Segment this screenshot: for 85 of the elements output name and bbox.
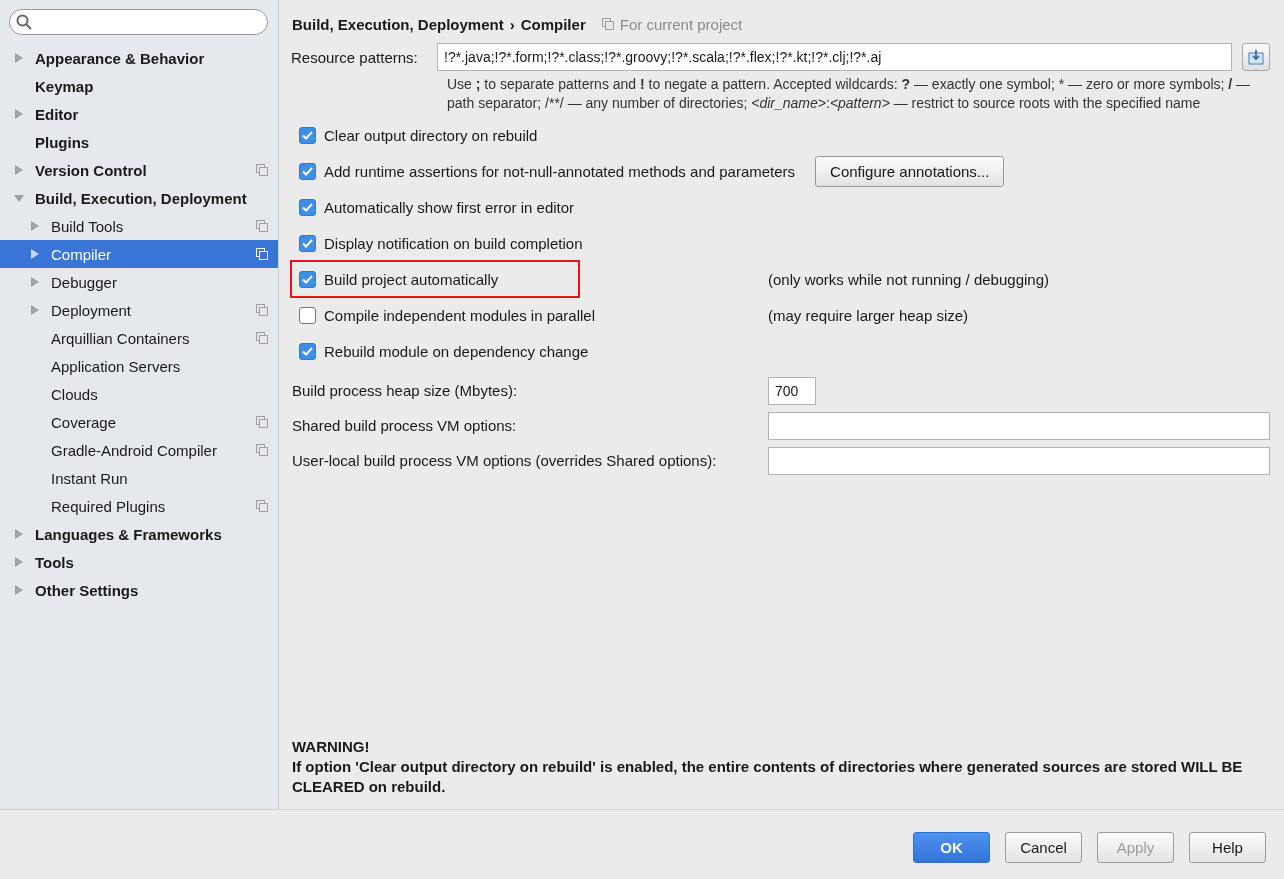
warning-text: If option 'Clear output directory on rebuild' is enabled, the entire contents of directories where generated sources are stored WILL BE CLEARED on rebuild. bbox=[292, 757, 1244, 797]
dialog-button[interactable]: OK bbox=[913, 832, 990, 863]
search-icon bbox=[16, 14, 32, 30]
tree-item[interactable]: Version Control bbox=[0, 156, 278, 184]
breadcrumb-separator: › bbox=[509, 15, 515, 33]
download-icon bbox=[1248, 49, 1264, 65]
checkbox-label: Clear output directory on rebuild bbox=[324, 126, 538, 144]
tree-item[interactable]: Other Settings bbox=[0, 576, 278, 604]
text-field[interactable]: 700 bbox=[768, 376, 816, 405]
resource-patterns-field[interactable]: !?*.java;!?*.form;!?*.class;!?*.groovy;!?*.scala;!?*.flex;!?*.kt;!?*.clj;!?*.aj bbox=[437, 43, 1232, 71]
checkbox-label: Compile independent modules in parallel bbox=[324, 306, 595, 324]
tree-item[interactable]: Gradle-Android Compiler bbox=[0, 436, 278, 464]
field-label: Shared build process VM options: bbox=[292, 417, 518, 434]
checkbox-label: Automatically show first error in editor bbox=[324, 198, 575, 216]
checkbox-label: Display notification on build completion bbox=[324, 234, 583, 252]
checkbox[interactable] bbox=[299, 126, 316, 144]
tree-item[interactable]: Debugger bbox=[0, 268, 278, 296]
check-icon bbox=[302, 202, 313, 212]
copy-icon bbox=[256, 332, 268, 344]
caret-right-icon[interactable] bbox=[30, 305, 40, 315]
copy-icon bbox=[256, 164, 268, 176]
search-field[interactable] bbox=[9, 9, 268, 35]
tree-item[interactable]: Appearance & Behavior bbox=[0, 44, 278, 72]
checkbox[interactable] bbox=[299, 342, 316, 360]
dialog-button[interactable]: Help bbox=[1189, 832, 1266, 863]
check-icon bbox=[302, 346, 313, 356]
breadcrumb-item: Build, Execution, Deployment bbox=[292, 15, 504, 33]
text-field[interactable] bbox=[768, 411, 1270, 440]
note-text: (only works while not running / debugging) bbox=[768, 270, 1049, 288]
tree-item[interactable]: Build, Execution, Deployment bbox=[0, 184, 278, 212]
check-icon bbox=[302, 238, 313, 248]
note-text: (may require larger heap size) bbox=[768, 306, 969, 324]
checkbox-label: Add runtime assertions for not-null-annotated methods and parameters bbox=[324, 162, 796, 180]
checkbox[interactable] bbox=[299, 270, 316, 288]
copy-icon bbox=[256, 500, 268, 512]
dialog-button[interactable]: Cancel bbox=[1005, 832, 1082, 863]
warning-title: WARNING! bbox=[292, 737, 371, 757]
tree-item[interactable]: Tools bbox=[0, 548, 278, 576]
tree-item[interactable]: Coverage bbox=[0, 408, 278, 436]
caret-right-icon[interactable] bbox=[14, 109, 24, 119]
check-icon bbox=[302, 274, 313, 284]
tree-item[interactable]: Arquillian Containers bbox=[0, 324, 278, 352]
tree-item[interactable]: Plugins bbox=[0, 128, 278, 156]
tree-item[interactable]: Keymap bbox=[0, 72, 278, 100]
check-icon bbox=[302, 130, 313, 140]
copy-icon bbox=[256, 444, 268, 456]
copy-icon bbox=[256, 248, 268, 260]
caret-right-icon[interactable] bbox=[14, 165, 24, 175]
field-label: Resource patterns: bbox=[291, 48, 419, 66]
copy-icon bbox=[256, 304, 268, 316]
checkbox-label: Build project automatically bbox=[324, 270, 499, 288]
hint-text: Use ; to separate patterns and ! to negate a pattern. Accepted wildcards: ? — exactly one symbol; * — zero or more symbols; / — path separator; /**/ — any number of directories; <dir_name>:<pattern> — restrict to source roots with the specified name bbox=[447, 75, 1252, 113]
breadcrumb-item: Compiler bbox=[520, 15, 586, 33]
expand-button[interactable] bbox=[1242, 43, 1270, 71]
tree-item[interactable]: Clouds bbox=[0, 380, 278, 408]
caret-down-icon[interactable] bbox=[14, 193, 24, 203]
tree-item[interactable]: Build Tools bbox=[0, 212, 278, 240]
field-label: User-local build process VM options (overrides Shared options): bbox=[292, 452, 718, 469]
field-label: Build process heap size (Mbytes): bbox=[292, 382, 519, 399]
caret-right-icon[interactable] bbox=[14, 557, 24, 567]
tree-item[interactable]: Editor bbox=[0, 100, 278, 128]
copy-icon bbox=[256, 416, 268, 428]
caret-right-icon[interactable] bbox=[30, 277, 40, 287]
tree-item[interactable]: Application Servers bbox=[0, 352, 278, 380]
tree-item[interactable]: Instant Run bbox=[0, 464, 278, 492]
tree-item[interactable]: Required Plugins bbox=[0, 492, 278, 520]
caret-right-icon[interactable] bbox=[30, 221, 40, 231]
caret-right-icon[interactable] bbox=[14, 53, 24, 63]
tree-item[interactable]: Compiler bbox=[0, 240, 278, 268]
configure-button[interactable]: Configure annotations... bbox=[815, 155, 1005, 187]
caret-right-icon[interactable] bbox=[30, 249, 40, 259]
check-icon bbox=[302, 166, 313, 176]
caret-right-icon[interactable] bbox=[14, 585, 24, 595]
checkbox[interactable] bbox=[299, 162, 316, 180]
checkbox[interactable] bbox=[299, 234, 316, 252]
tree-item[interactable]: Languages & Frameworks bbox=[0, 520, 278, 548]
text-field[interactable] bbox=[768, 446, 1270, 475]
scope-label: For current project bbox=[619, 15, 743, 33]
caret-right-icon[interactable] bbox=[14, 529, 24, 539]
checkbox-label: Rebuild module on dependency change bbox=[324, 342, 589, 360]
copy-icon bbox=[256, 220, 268, 232]
checkbox[interactable] bbox=[299, 198, 316, 216]
tree-item[interactable]: Deployment bbox=[0, 296, 278, 324]
copy-icon bbox=[601, 18, 614, 30]
checkbox[interactable] bbox=[299, 306, 316, 324]
